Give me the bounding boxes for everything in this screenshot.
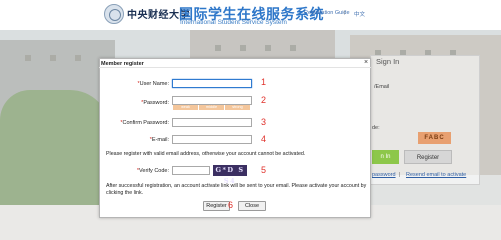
verify-code-input[interactable]: [172, 166, 210, 175]
signin-captcha-image[interactable]: FABC: [418, 132, 451, 144]
verify-captcha-image[interactable]: G*D S S4: [213, 165, 247, 185]
email-validity-note: Please register with valid email address…: [106, 151, 306, 157]
signin-panel: [370, 55, 480, 185]
password-label: *Password:: [141, 100, 169, 106]
strength-weak: weak: [173, 105, 198, 110]
password-strength-meter: weak middle strong: [173, 105, 251, 110]
activation-note: After successful registration, an accoun…: [106, 183, 367, 196]
strength-middle: middle: [199, 105, 224, 110]
close-button[interactable]: Close: [238, 201, 266, 211]
strength-strong: strong: [225, 105, 250, 110]
step-marker-4: 4: [261, 134, 267, 144]
email-label: *E-mail:: [149, 137, 169, 143]
email-input[interactable]: [172, 135, 252, 144]
verify-code-label: *Verify Code:: [136, 168, 169, 174]
signin-user-label: /Email: [374, 84, 390, 90]
signin-register-button[interactable]: Register: [404, 150, 452, 164]
step-marker-6: 6: [228, 200, 234, 210]
university-seal-icon: [104, 4, 124, 24]
signin-code-label: de:: [372, 125, 380, 131]
resend-activation-link[interactable]: Resend email to activate: [406, 172, 466, 178]
signin-title: Sign In: [376, 57, 400, 66]
registration-guide-link[interactable]: Registration Guide: [304, 10, 350, 16]
dialog-close-icon[interactable]: ×: [364, 59, 368, 66]
site-subtitle: International Student Service System: [180, 19, 287, 26]
signin-login-button[interactable]: n In: [372, 150, 399, 164]
confirm-password-input[interactable]: [172, 118, 252, 127]
step-marker-2: 2: [261, 95, 267, 105]
confirm-password-label: *Confirm Password:: [120, 120, 169, 126]
username-input[interactable]: [172, 79, 252, 88]
forgot-password-link[interactable]: password: [372, 172, 396, 178]
step-marker-1: 1: [261, 77, 267, 87]
register-button[interactable]: Register: [203, 201, 230, 211]
signin-link-separator: |: [399, 172, 401, 178]
password-input[interactable]: [172, 96, 252, 105]
dialog-title: Member register: [101, 61, 144, 67]
step-marker-5: 5: [261, 165, 267, 175]
step-marker-3: 3: [261, 117, 267, 127]
username-label: *User Name:: [137, 81, 169, 87]
header-separator: |: [344, 10, 346, 16]
language-switch-link[interactable]: 中文: [354, 10, 365, 18]
site-header: 中央财经大学 国际学生在线服务系统 International Student …: [0, 0, 501, 30]
